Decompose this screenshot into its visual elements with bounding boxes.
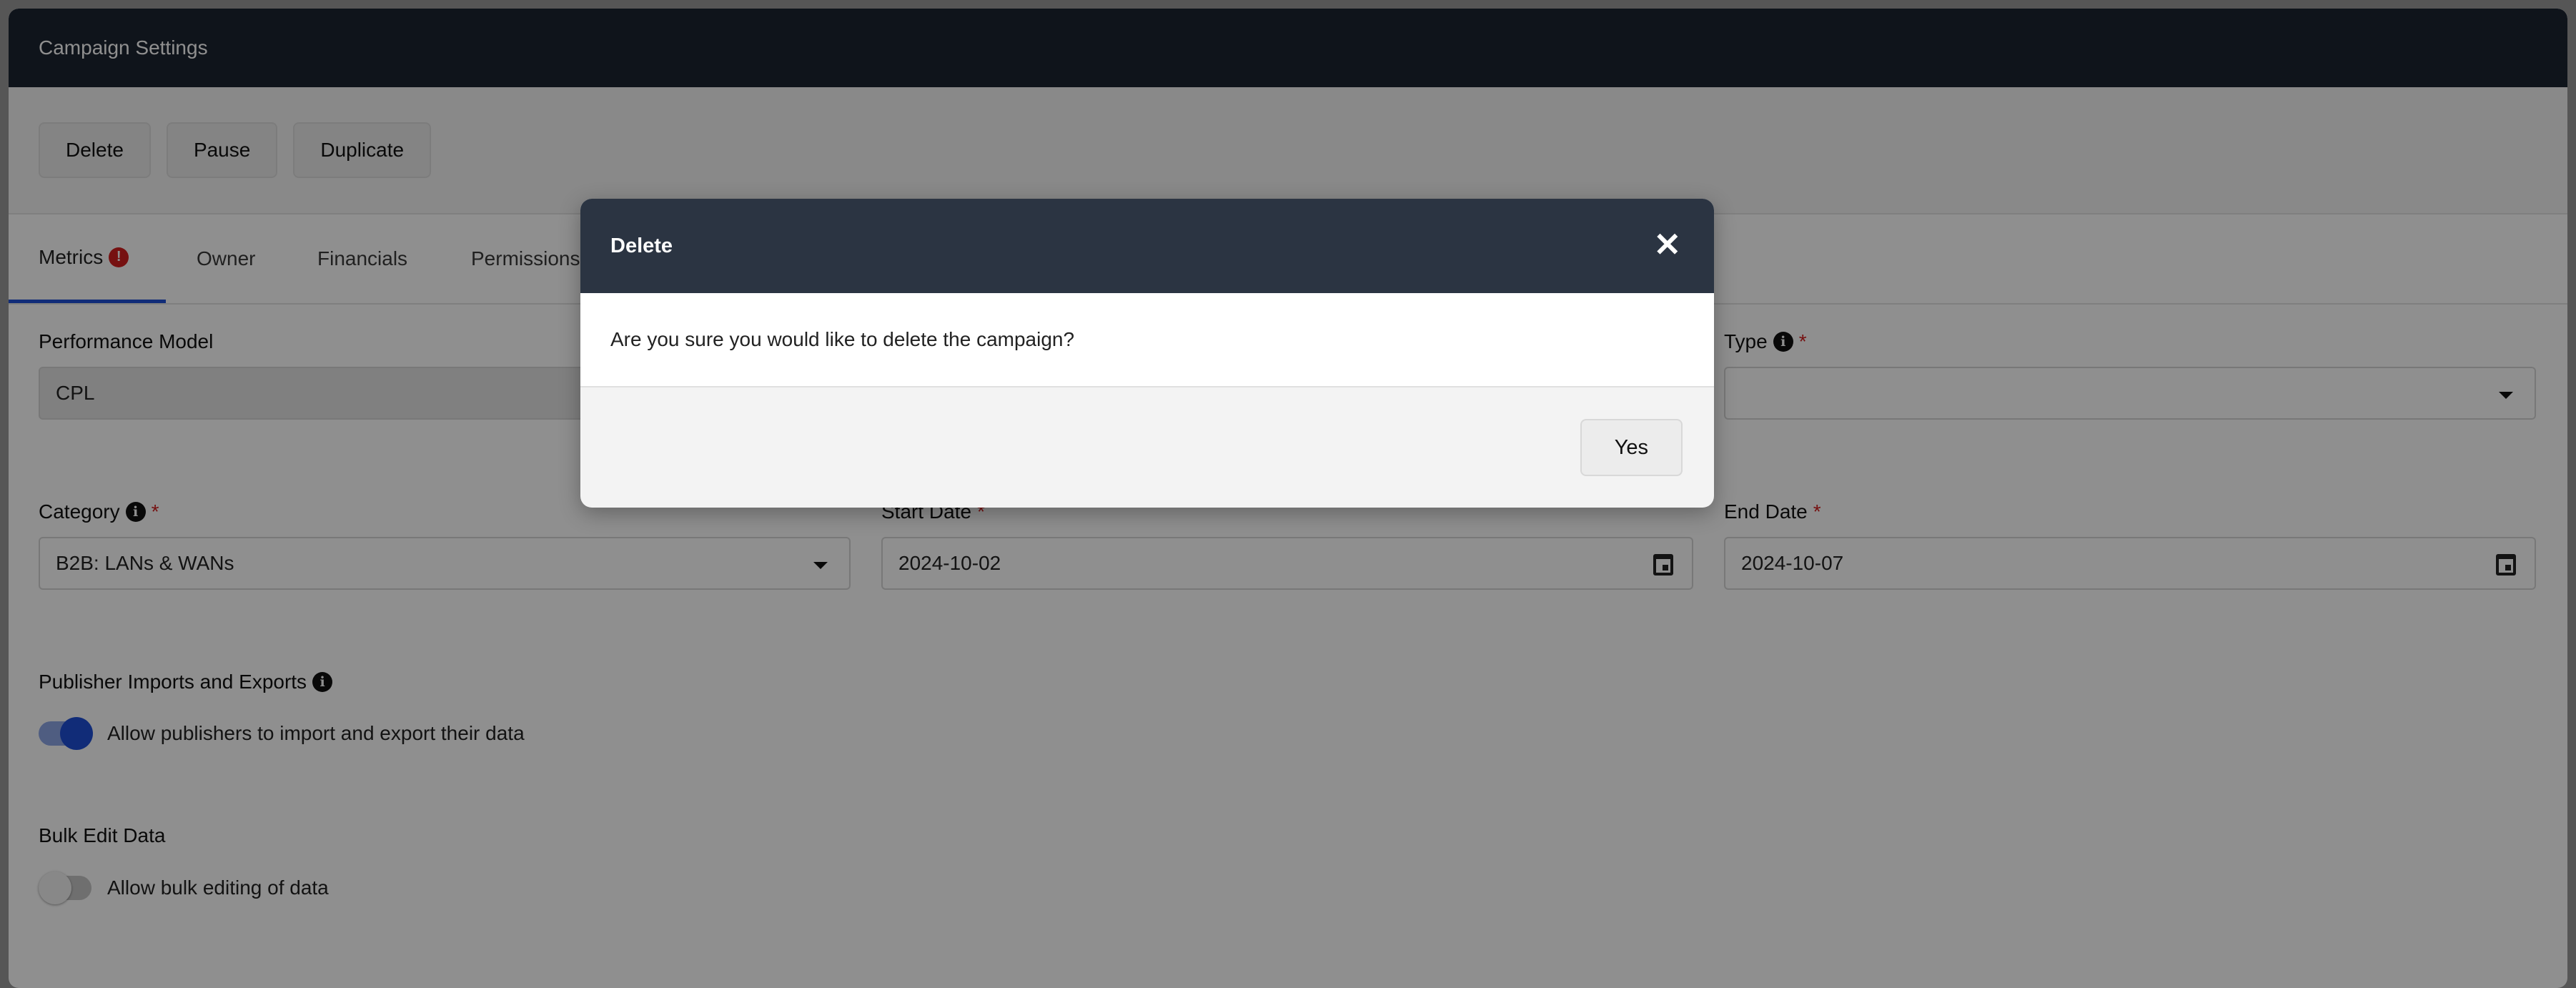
delete-confirm-dialog: Delete ✕ Are you sure you would like to … — [580, 199, 1714, 508]
close-icon[interactable]: ✕ — [1653, 228, 1681, 261]
dialog-body: Are you sure you would like to delete th… — [580, 293, 1714, 387]
dialog-header: Delete ✕ — [580, 199, 1714, 293]
yes-button[interactable]: Yes — [1580, 419, 1683, 476]
dialog-message: Are you sure you would like to delete th… — [610, 328, 1075, 350]
dialog-footer: Yes — [580, 387, 1714, 508]
dialog-title: Delete — [610, 234, 673, 257]
